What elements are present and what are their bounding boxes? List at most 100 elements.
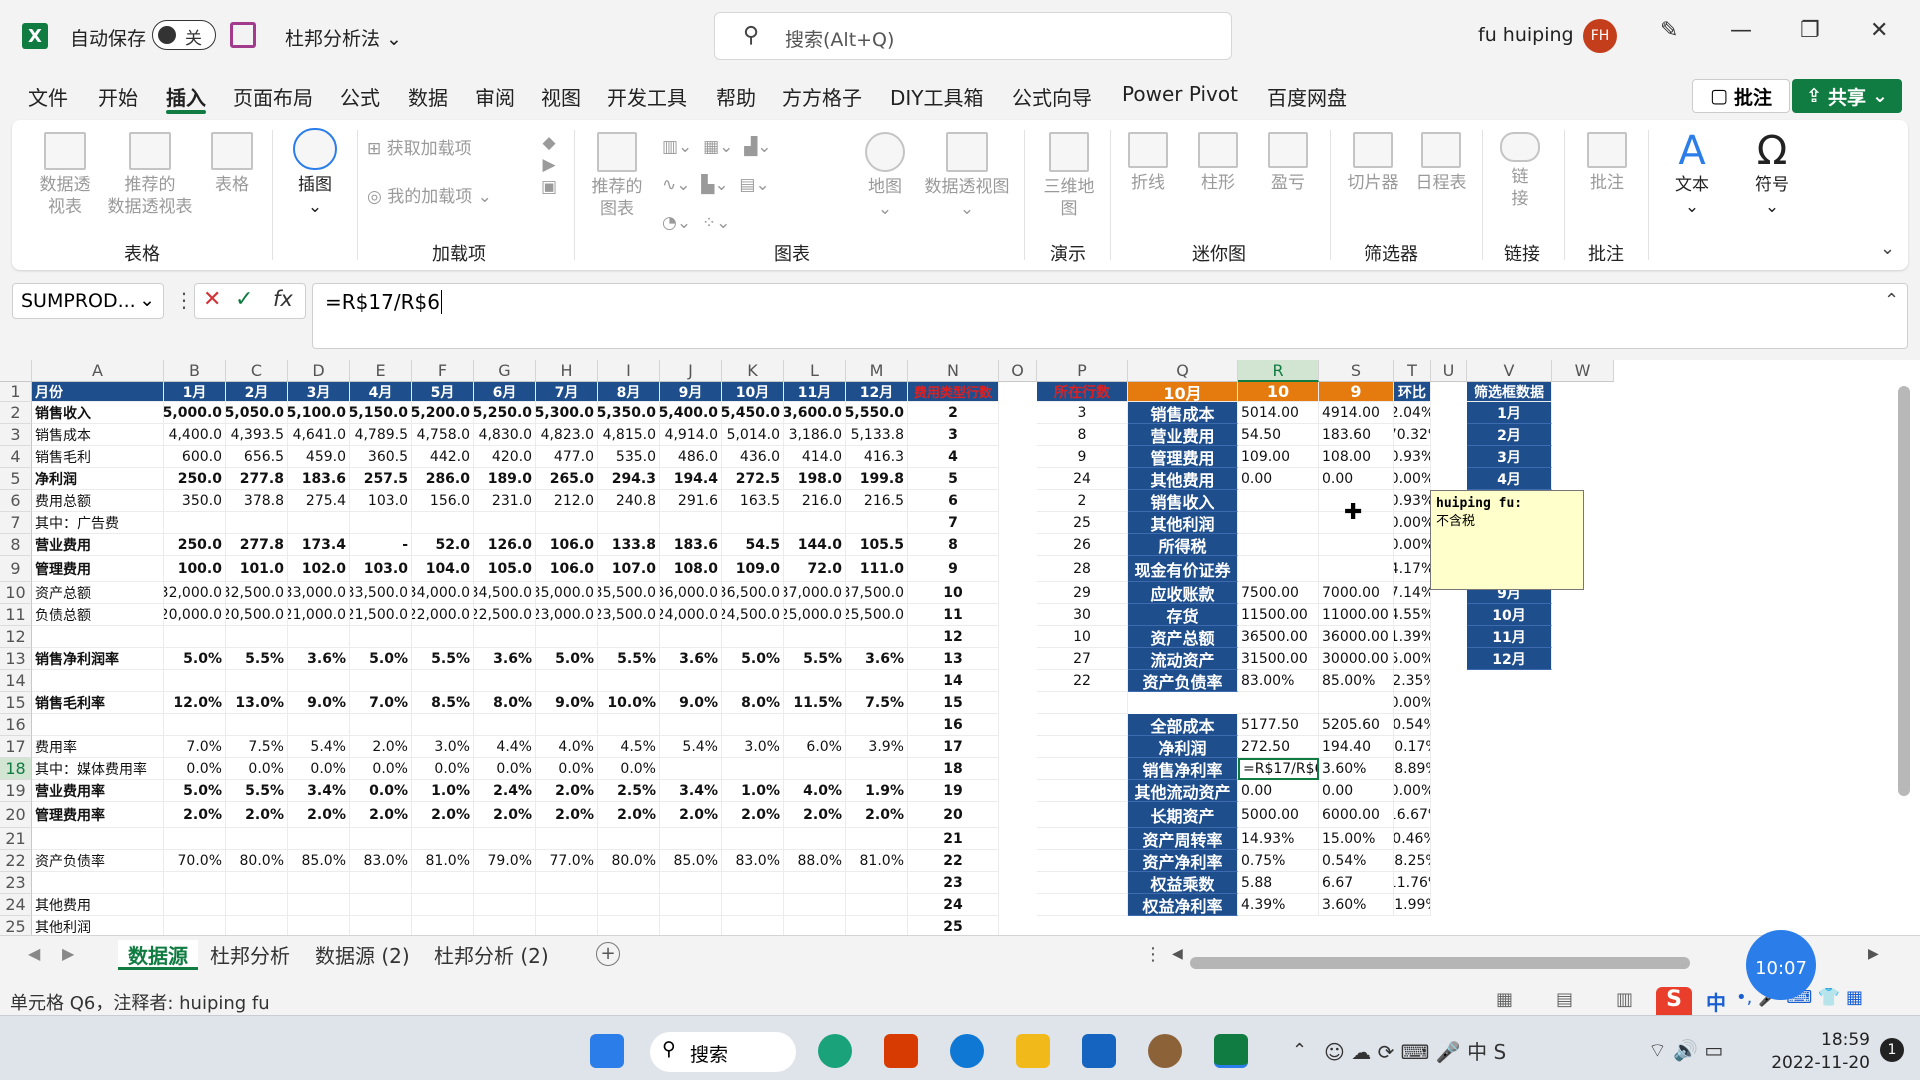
map-button[interactable]: 地图 ⌄	[850, 132, 920, 220]
data-cell[interactable]: 133.8	[598, 534, 660, 556]
previous-value-cell[interactable]: 5205.60	[1319, 714, 1394, 736]
windows-start-icon[interactable]	[590, 1034, 624, 1068]
tray-icons[interactable]: ☺ ☁ ⟳ ⌨ 🎤 中 Ѕ	[1324, 1036, 1506, 1065]
data-cell[interactable]	[412, 714, 474, 736]
data-cell[interactable]	[412, 916, 474, 935]
metric-label[interactable]: 营业费用	[1128, 424, 1238, 446]
current-value-cell[interactable]: 5177.50	[1238, 714, 1319, 736]
data-cell[interactable]: 5,133.8	[846, 424, 908, 446]
previous-value-cell[interactable]: 0.00	[1319, 780, 1394, 802]
data-cell[interactable]: 106.0	[536, 556, 598, 582]
page-layout-icon[interactable]: ▤	[1556, 989, 1573, 1010]
table-button[interactable]: 表格	[202, 132, 262, 196]
data-cell[interactable]: 111.0	[846, 556, 908, 582]
data-cell[interactable]: 5,550.0	[846, 402, 908, 424]
data-cell[interactable]: 5.0%	[350, 648, 412, 670]
data-cell[interactable]: 0.0%	[288, 758, 350, 780]
previous-value-cell[interactable]: 6.67	[1319, 872, 1394, 894]
data-cell[interactable]: 2.0%	[474, 802, 536, 828]
data-cell[interactable]: 21,500.0	[350, 604, 412, 626]
data-cell[interactable]	[536, 894, 598, 916]
data-cell[interactable]: 436.0	[722, 446, 784, 468]
data-cell[interactable]: 442.0	[412, 446, 474, 468]
previous-value-cell[interactable]: 7000.00	[1319, 582, 1394, 604]
data-cell[interactable]: 108.0	[660, 556, 722, 582]
current-value-cell[interactable]	[1238, 512, 1319, 534]
row-header-13[interactable]: 13	[0, 648, 32, 670]
current-value-cell[interactable]: 4.39%	[1238, 894, 1319, 916]
data-cell[interactable]	[164, 714, 226, 736]
data-cell[interactable]	[598, 512, 660, 534]
data-cell[interactable]	[536, 670, 598, 692]
data-cell[interactable]: 88.0%	[784, 850, 846, 872]
data-cell[interactable]	[226, 714, 288, 736]
row-index-cell[interactable]: 10	[908, 582, 999, 604]
search-box[interactable]: ⚲ 搜索(Alt+Q)	[714, 12, 1232, 60]
data-cell[interactable]	[474, 670, 536, 692]
previous-value-cell[interactable]: 4914.00	[1319, 402, 1394, 424]
data-cell[interactable]: 5,050.0	[226, 402, 288, 424]
formula-input[interactable]: =R$17/R$6	[312, 283, 1908, 349]
data-cell[interactable]	[784, 626, 846, 648]
notification-badge[interactable]: 1	[1880, 1038, 1904, 1062]
data-cell[interactable]: 36,000.0	[660, 582, 722, 604]
data-cell[interactable]: 277.8	[226, 534, 288, 556]
row-header-23[interactable]: 23	[0, 872, 32, 894]
data-cell[interactable]: 5.5%	[598, 648, 660, 670]
data-cell[interactable]	[350, 916, 412, 935]
metric-label[interactable]: 净利润	[1128, 736, 1238, 758]
mom-change-cell[interactable]: 7.14%	[1394, 582, 1431, 604]
row-header-15[interactable]: 15	[0, 692, 32, 714]
menu-insert[interactable]: 插入	[166, 82, 206, 111]
data-cell[interactable]: 72.0	[784, 556, 846, 582]
data-cell[interactable]	[660, 828, 722, 850]
mom-change-cell[interactable]: 0.00%	[1394, 534, 1431, 556]
row-label-10[interactable]: 资产总额	[32, 582, 164, 604]
data-cell[interactable]: 9.0%	[288, 692, 350, 714]
metric-label[interactable]: 销售收入	[1128, 490, 1238, 512]
data-cell[interactable]	[660, 872, 722, 894]
data-cell[interactable]: 2.0%	[164, 802, 226, 828]
data-cell[interactable]: 13.0%	[226, 692, 288, 714]
filter-month-10[interactable]: 10月	[1467, 604, 1552, 626]
metric-label[interactable]: 流动资产	[1128, 648, 1238, 670]
row-label-16[interactable]	[32, 714, 164, 736]
data-cell[interactable]	[474, 916, 536, 935]
data-cell[interactable]: 420.0	[474, 446, 536, 468]
data-cell[interactable]	[288, 828, 350, 850]
close-button[interactable]: ✕	[1870, 18, 1888, 43]
column-header-O[interactable]: O	[999, 360, 1037, 382]
data-cell[interactable]: 4.4%	[474, 736, 536, 758]
data-cell[interactable]	[226, 626, 288, 648]
data-cell[interactable]: 5.0%	[722, 648, 784, 670]
data-cell[interactable]: 5.4%	[660, 736, 722, 758]
timeline-button[interactable]: 日程表	[1406, 132, 1476, 194]
row-number-cell[interactable]: 24	[1037, 468, 1128, 490]
mom-change-cell[interactable]: 38.25%	[1394, 850, 1431, 872]
data-cell[interactable]: 5,250.0	[474, 402, 536, 424]
vertical-scrollbar[interactable]	[1898, 386, 1910, 796]
row-label-20[interactable]: 管理费用率	[32, 802, 164, 828]
data-cell[interactable]	[722, 894, 784, 916]
prev-sheet-icon[interactable]: ◀	[28, 944, 40, 963]
data-cell[interactable]: 25,500.0	[846, 604, 908, 626]
current-value-cell[interactable]	[1238, 490, 1319, 512]
comment-insert-button[interactable]: 批注	[1572, 132, 1642, 194]
data-cell[interactable]: 35,500.0	[598, 582, 660, 604]
mom-change-cell[interactable]: 40.17%	[1394, 736, 1431, 758]
data-cell[interactable]: 4.5%	[598, 736, 660, 758]
scroll-left-icon[interactable]: ◀	[1172, 946, 1183, 962]
confirm-icon[interactable]: ✓	[235, 287, 253, 312]
mom-change-cell[interactable]: 0.00%	[1394, 692, 1431, 714]
app-icon[interactable]	[1082, 1034, 1116, 1068]
mom-change-cell[interactable]: 0.93%	[1394, 446, 1431, 468]
row-label-2[interactable]: 销售收入	[32, 402, 164, 424]
column-header-K[interactable]: K	[722, 360, 784, 382]
data-cell[interactable]: 5,400.0	[660, 402, 722, 424]
data-cell[interactable]: 156.0	[412, 490, 474, 512]
edge-icon[interactable]	[818, 1034, 852, 1068]
current-value-cell[interactable]: 272.50	[1238, 736, 1319, 758]
row-label-7[interactable]: 其中：广告费	[32, 512, 164, 534]
current-value-cell[interactable]: 11500.00	[1238, 604, 1319, 626]
filter-month-4[interactable]: 4月	[1467, 468, 1552, 490]
